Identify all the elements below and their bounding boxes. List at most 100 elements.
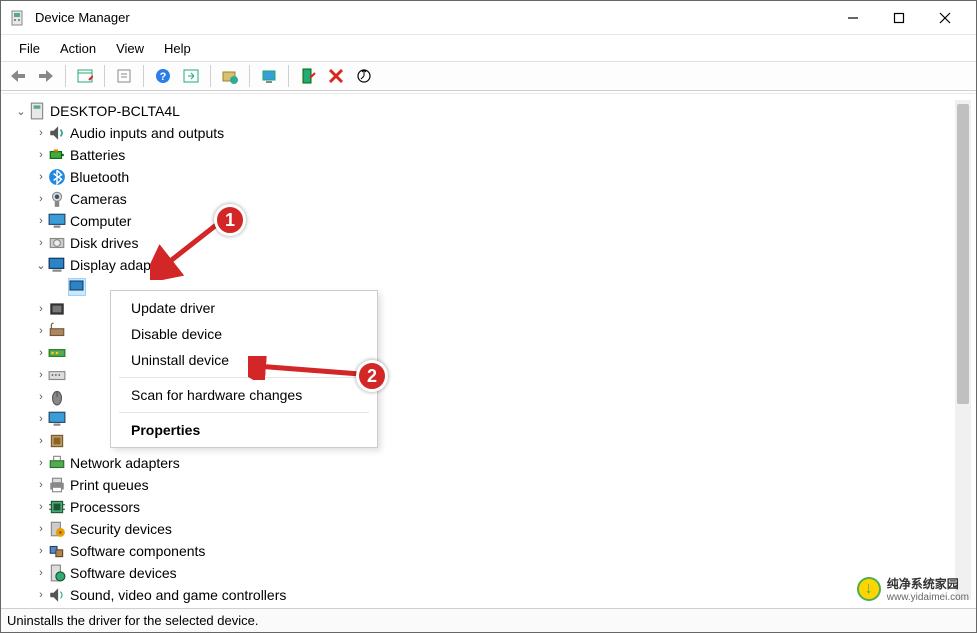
properties-button[interactable]: [111, 63, 137, 89]
watermark: ↓ 纯净系统家园 www.yidaimei.com: [857, 575, 969, 603]
tree-node-software-components[interactable]: › Software components: [14, 540, 951, 562]
expand-icon[interactable]: ›: [34, 435, 48, 447]
menu-file[interactable]: File: [9, 38, 50, 59]
expand-icon[interactable]: ›: [34, 347, 48, 359]
computer-icon: [28, 102, 46, 120]
help-button[interactable]: ?: [150, 63, 176, 89]
tree-node-label: Disk drives: [70, 235, 138, 251]
tree-root-computer[interactable]: ⌄ DESKTOP-BCLTA4L: [14, 100, 951, 122]
statusbar-text: Uninstalls the driver for the selected d…: [7, 613, 258, 628]
close-button[interactable]: [922, 1, 968, 35]
menubar: File Action View Help: [1, 35, 976, 61]
tree-node-label: Cameras: [70, 191, 127, 207]
tree-node-label: Audio inputs and outputs: [70, 125, 224, 141]
expand-icon[interactable]: ›: [34, 545, 48, 557]
mouse-icon: [48, 388, 66, 406]
vertical-scrollbar[interactable]: [955, 100, 971, 600]
firmware-icon: [48, 300, 66, 318]
window-controls: [830, 1, 968, 35]
collapse-icon[interactable]: ⌄: [14, 105, 28, 118]
expand-icon[interactable]: ›: [34, 501, 48, 513]
monitor-icon: [48, 410, 66, 428]
expand-icon[interactable]: ›: [34, 413, 48, 425]
scrollbar-thumb[interactable]: [957, 104, 969, 404]
tree-node-sound-video[interactable]: › Sound, video and game controllers: [14, 584, 951, 604]
context-menu-update-driver[interactable]: Update driver: [111, 295, 377, 321]
scan-hardware-button[interactable]: [351, 63, 377, 89]
display-adapter-device-icon: [68, 278, 86, 296]
ide-icon: [48, 344, 66, 362]
keyboard-icon: [48, 366, 66, 384]
tree-node-label: Computer: [70, 213, 131, 229]
tree-node-label: Bluetooth: [70, 169, 129, 185]
toolbar-separator: [65, 65, 66, 87]
camera-icon: [48, 190, 66, 208]
expand-icon[interactable]: ›: [34, 237, 48, 249]
tree-node-print-queues[interactable]: › Print queues: [14, 474, 951, 496]
menu-help[interactable]: Help: [154, 38, 201, 59]
tree-root-label: DESKTOP-BCLTA4L: [50, 103, 180, 119]
annotation-arrow-2: [248, 356, 368, 380]
action-button[interactable]: [178, 63, 204, 89]
titlebar: Device Manager: [1, 1, 976, 35]
annotation-badge-2-label: 2: [367, 366, 377, 387]
tree-node-label: Print queues: [70, 477, 149, 493]
expand-icon[interactable]: ›: [34, 523, 48, 535]
menu-view[interactable]: View: [106, 38, 154, 59]
sound-icon: [48, 586, 66, 604]
toolbar-separator: [104, 65, 105, 87]
menu-action[interactable]: Action: [50, 38, 106, 59]
toolbar-separator: [288, 65, 289, 87]
tree-node-network-adapters[interactable]: › Network adapters: [14, 452, 951, 474]
tree-node-batteries[interactable]: › Batteries: [14, 144, 951, 166]
software-device-icon: [48, 564, 66, 582]
toolbar-separator: [210, 65, 211, 87]
annotation-badge-1-label: 1: [225, 210, 235, 231]
expand-icon[interactable]: ›: [34, 127, 48, 139]
show-hidden-button[interactable]: [72, 63, 98, 89]
context-menu-properties[interactable]: Properties: [111, 417, 377, 443]
hid-icon: [48, 322, 66, 340]
tree-node-processors[interactable]: › Processors: [14, 496, 951, 518]
collapse-icon[interactable]: ⌄: [34, 259, 48, 272]
enable-device-button[interactable]: [256, 63, 282, 89]
speaker-icon: [48, 124, 66, 142]
context-menu-disable-device[interactable]: Disable device: [111, 321, 377, 347]
expand-icon[interactable]: ›: [34, 193, 48, 205]
toolbar-separator: [143, 65, 144, 87]
chip-icon: [48, 432, 66, 450]
forward-button[interactable]: [33, 63, 59, 89]
tree-node-cameras[interactable]: › Cameras: [14, 188, 951, 210]
minimize-button[interactable]: [830, 1, 876, 35]
expand-icon[interactable]: ›: [34, 369, 48, 381]
tree-node-audio[interactable]: › Audio inputs and outputs: [14, 122, 951, 144]
expand-icon[interactable]: ›: [34, 479, 48, 491]
tree-node-bluetooth[interactable]: › Bluetooth: [14, 166, 951, 188]
network-icon: [48, 454, 66, 472]
svg-text:?: ?: [160, 71, 167, 83]
monitor-icon: [48, 212, 66, 230]
expand-icon[interactable]: ›: [34, 215, 48, 227]
tree-node-software-devices[interactable]: › Software devices: [14, 562, 951, 584]
update-driver-button[interactable]: [217, 63, 243, 89]
disable-device-button[interactable]: [295, 63, 321, 89]
back-button[interactable]: [5, 63, 31, 89]
display-adapter-icon: [48, 256, 66, 274]
expand-icon[interactable]: ›: [34, 171, 48, 183]
watermark-icon: ↓: [857, 577, 881, 601]
expand-icon[interactable]: ›: [34, 567, 48, 579]
tree-node-security-devices[interactable]: › Security devices: [14, 518, 951, 540]
maximize-button[interactable]: [876, 1, 922, 35]
expand-icon[interactable]: ›: [34, 303, 48, 315]
tree-node-label: Software components: [70, 543, 205, 559]
expand-icon[interactable]: ›: [34, 149, 48, 161]
expand-icon[interactable]: ›: [34, 589, 48, 601]
expand-icon[interactable]: ›: [34, 325, 48, 337]
context-menu-scan-hardware[interactable]: Scan for hardware changes: [111, 382, 377, 408]
expand-icon[interactable]: ›: [34, 457, 48, 469]
watermark-url: www.yidaimei.com: [887, 592, 969, 603]
battery-icon: [48, 146, 66, 164]
expand-icon[interactable]: ›: [34, 391, 48, 403]
uninstall-device-button[interactable]: [323, 63, 349, 89]
tree-node-label: Sound, video and game controllers: [70, 587, 286, 603]
